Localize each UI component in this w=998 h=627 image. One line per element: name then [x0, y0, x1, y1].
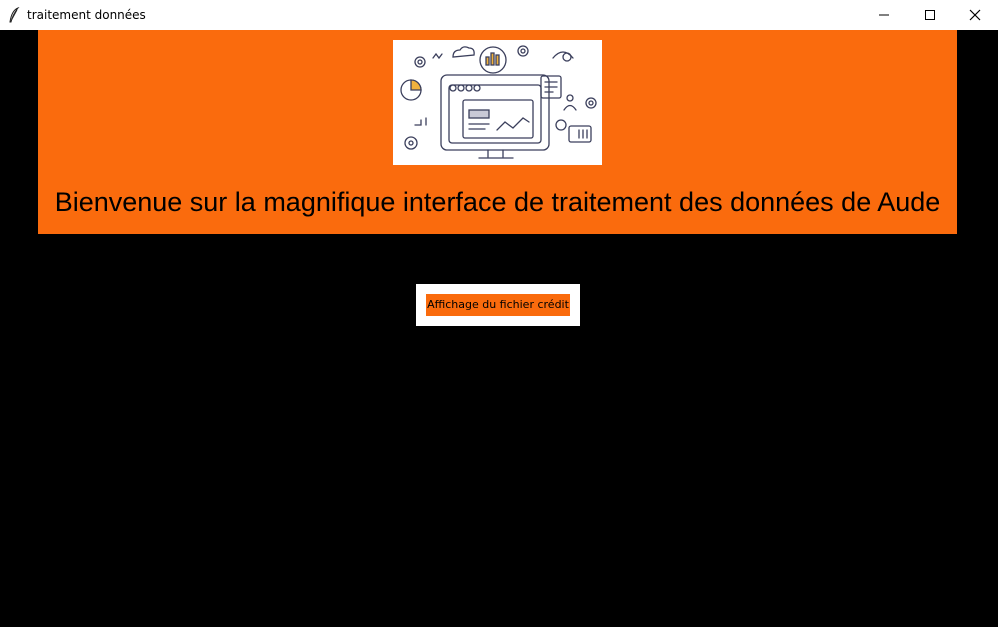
window-title: traitement données — [27, 8, 146, 22]
welcome-headline: Bienvenue sur la magnifique interface de… — [54, 187, 941, 217]
close-icon — [969, 9, 981, 21]
welcome-banner: Bienvenue sur la magnifique interface de… — [38, 30, 957, 234]
title-bar: traitement données — [0, 0, 998, 30]
dashboard-doodle-icon — [400, 45, 597, 159]
feather-app-icon — [9, 7, 20, 23]
close-button[interactable] — [952, 0, 998, 30]
credit-button-frame: Affichage du fichier crédit — [416, 284, 580, 326]
maximize-icon — [925, 10, 935, 20]
maximize-button[interactable] — [907, 0, 953, 30]
minimize-icon — [879, 14, 889, 16]
show-credit-file-button[interactable]: Affichage du fichier crédit — [426, 294, 570, 316]
data-dashboard-illustration — [393, 40, 602, 165]
minimize-button[interactable] — [861, 0, 907, 30]
